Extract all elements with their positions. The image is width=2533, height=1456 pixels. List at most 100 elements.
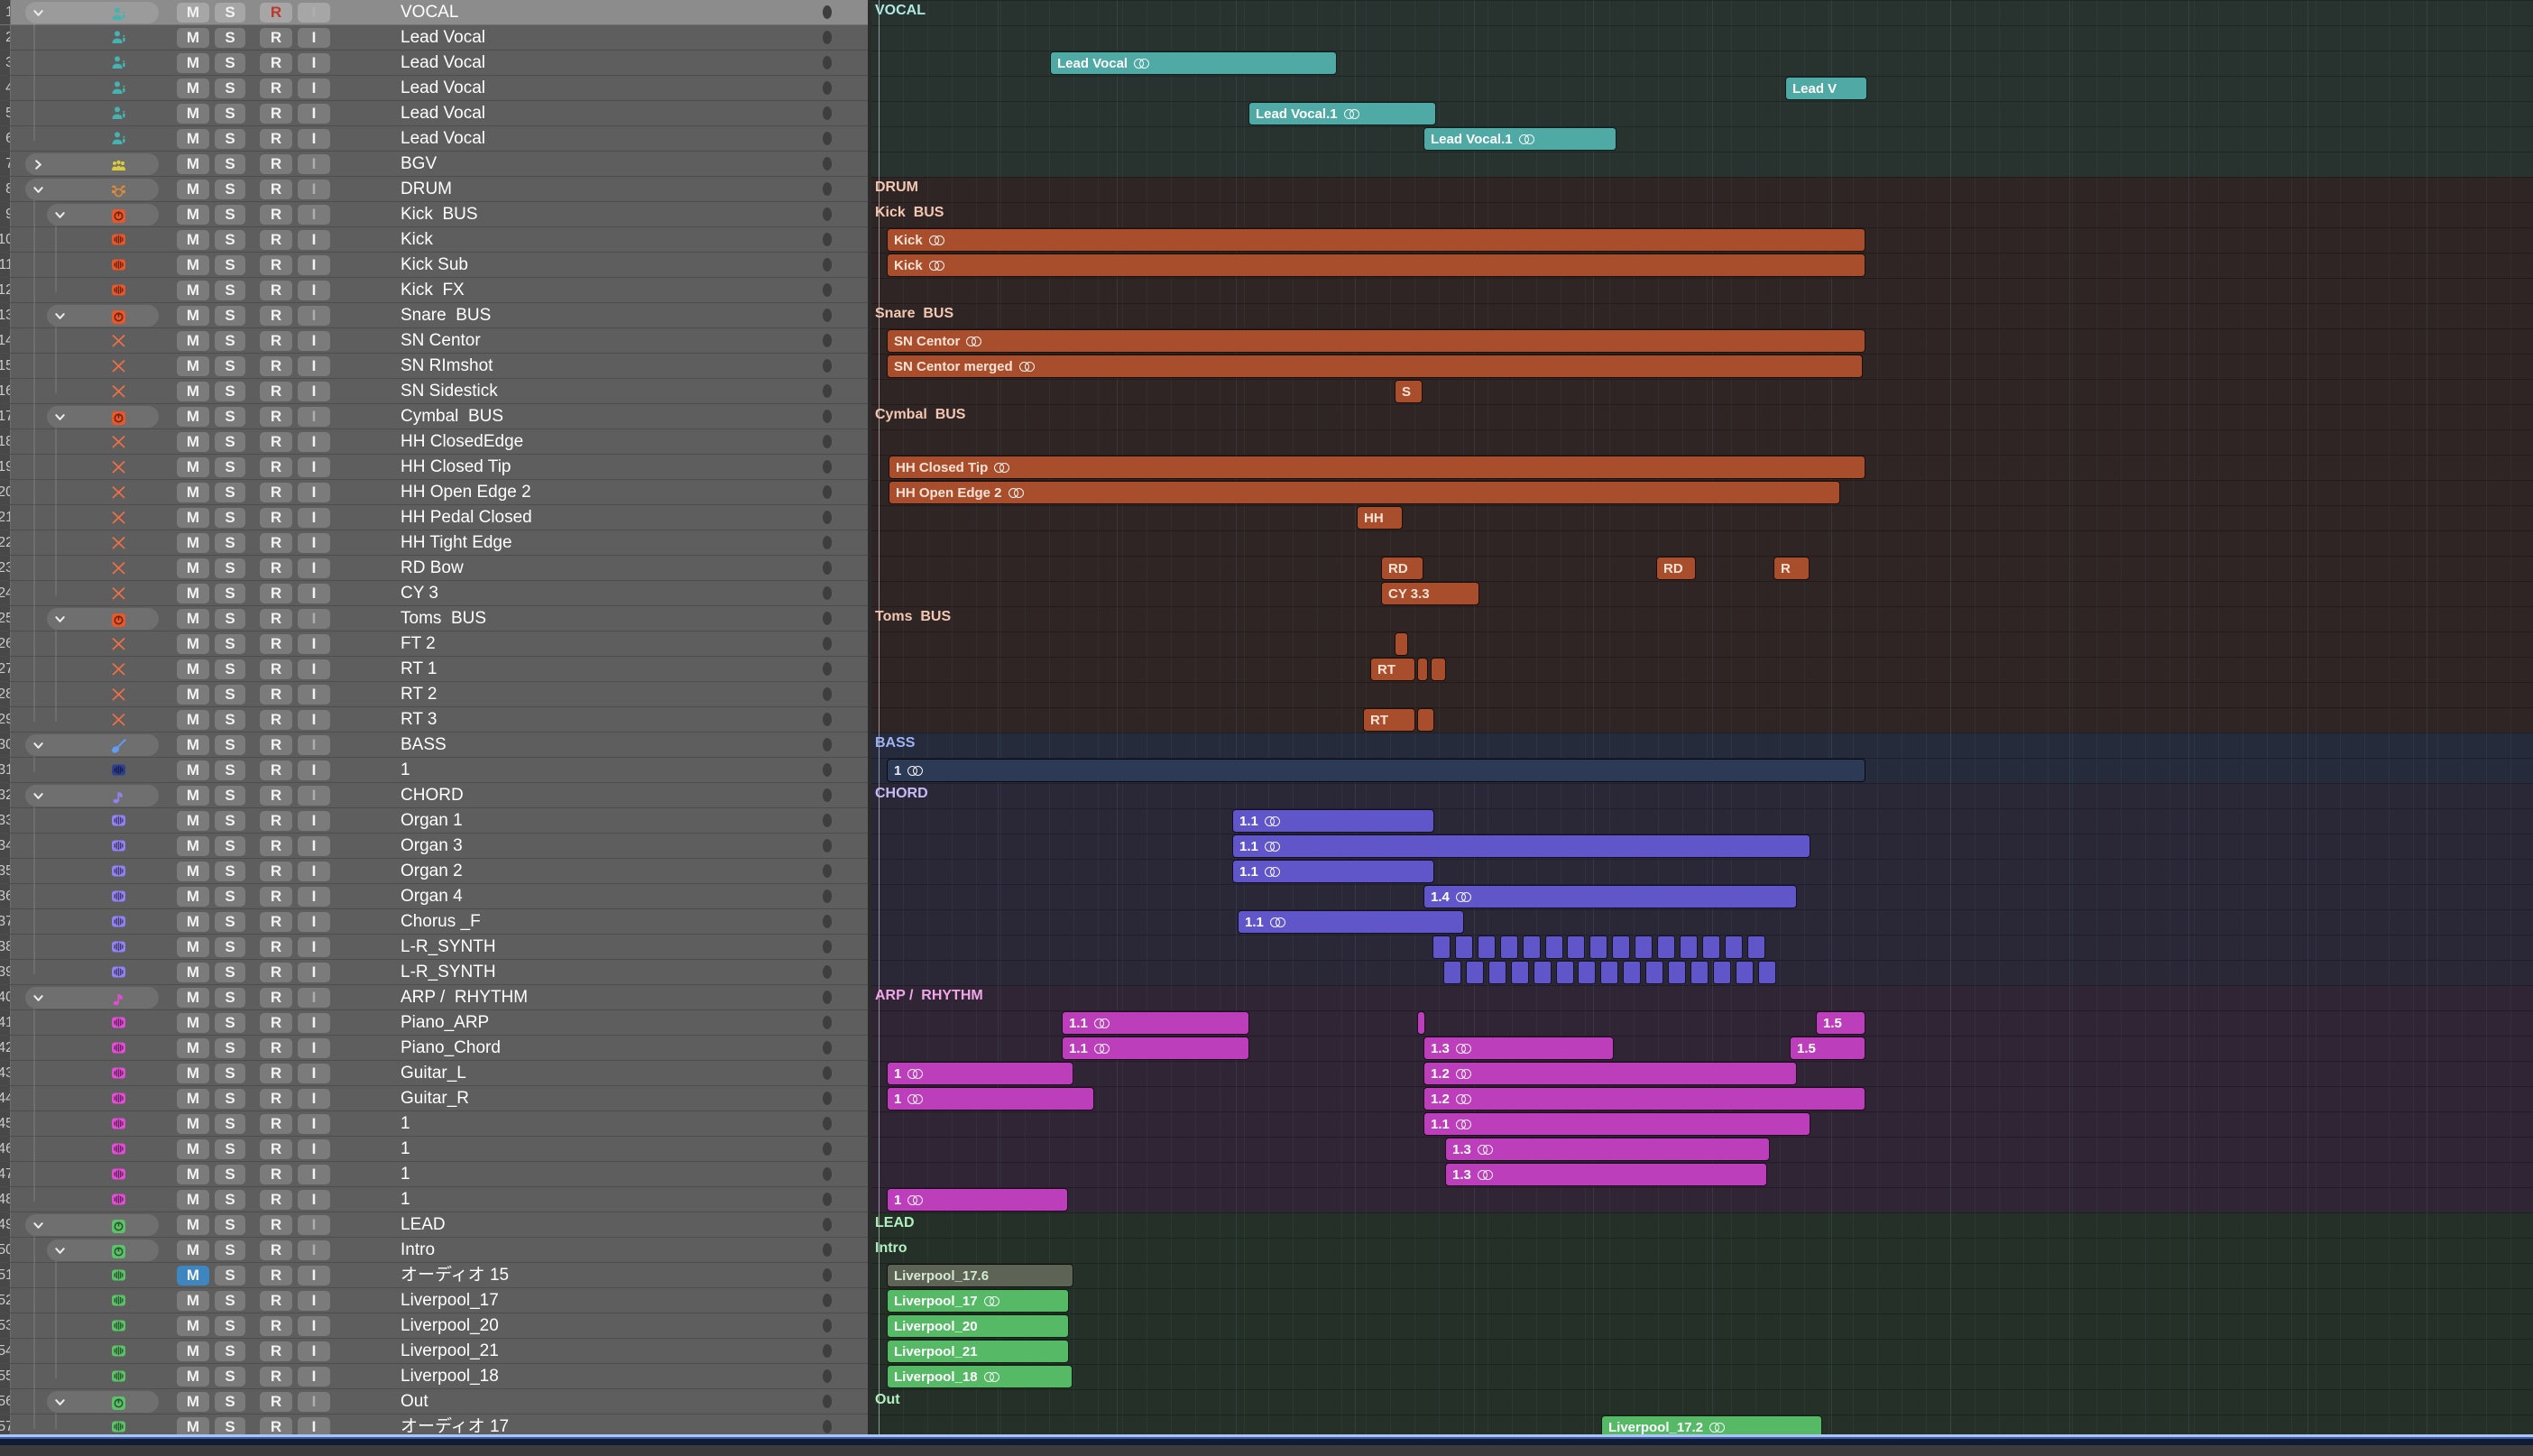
group-disclosure-pill[interactable] [25, 2, 159, 23]
input-button[interactable]: I [298, 1316, 330, 1336]
audio-region[interactable]: Lead Vocal.1 [1248, 102, 1436, 125]
solo-button[interactable]: S [215, 1013, 245, 1033]
record-button[interactable]: R [260, 862, 292, 881]
mute-button[interactable]: M [177, 230, 209, 250]
input-button[interactable]: I [298, 28, 330, 48]
audio-region[interactable]: Lead Vocal.1 [1423, 127, 1617, 151]
record-button[interactable]: R [260, 811, 292, 831]
track-row[interactable]: 10MSRIKick [0, 227, 868, 253]
track-row[interactable]: 53MSRILiverpool_20 [0, 1313, 868, 1339]
solo-button[interactable]: S [215, 356, 245, 376]
audio-region[interactable]: Lead Vocal [1050, 51, 1337, 75]
track-power-dot[interactable] [823, 965, 832, 979]
input-button[interactable]: I [298, 887, 330, 907]
solo-button[interactable]: S [215, 53, 245, 73]
track-row[interactable]: 23MSRIRD Bow [0, 556, 868, 581]
track-row[interactable]: 45MSRI1 [0, 1111, 868, 1137]
group-disclosure-pill[interactable] [47, 1391, 159, 1413]
solo-button[interactable]: S [215, 205, 245, 225]
record-button[interactable]: R [260, 1038, 292, 1058]
mute-button[interactable]: M [177, 735, 209, 755]
track-row[interactable]: 19MSRIHH Closed Tip [0, 455, 868, 480]
solo-button[interactable]: S [215, 1367, 245, 1387]
group-disclosure-pill[interactable] [47, 305, 159, 327]
track-row[interactable]: 27MSRIRT 1 [0, 657, 868, 682]
track-row[interactable]: 15MSRISN RImshot [0, 354, 868, 379]
horizontal-scrollbar[interactable] [0, 1434, 2533, 1445]
input-button[interactable]: I [298, 1417, 330, 1434]
record-button[interactable]: R [260, 129, 292, 149]
solo-button[interactable]: S [215, 1392, 245, 1412]
mute-button[interactable]: M [177, 53, 209, 73]
mute-button[interactable]: M [177, 1367, 209, 1387]
record-button[interactable]: R [260, 887, 292, 907]
record-button[interactable]: R [260, 735, 292, 755]
chevron-down-icon[interactable] [54, 209, 66, 221]
track-row[interactable]: 44MSRIGuitar_R [0, 1086, 868, 1111]
audio-region[interactable]: 1.1 [1232, 809, 1434, 833]
solo-button[interactable]: S [215, 533, 245, 553]
audio-region[interactable]: Kick [887, 253, 1865, 277]
track-power-dot[interactable] [823, 738, 832, 751]
input-button[interactable]: I [298, 432, 330, 452]
solo-button[interactable]: S [215, 129, 245, 149]
input-button[interactable]: I [298, 1139, 330, 1159]
solo-button[interactable]: S [215, 1215, 245, 1235]
track-power-dot[interactable] [823, 132, 832, 145]
audio-region[interactable]: 1.5 [1790, 1037, 1865, 1060]
track-power-dot[interactable] [823, 713, 832, 726]
track-row[interactable]: 31MSRI1 [0, 758, 868, 783]
track-power-dot[interactable] [823, 31, 832, 44]
mute-button[interactable]: M [177, 281, 209, 300]
input-button[interactable]: I [298, 862, 330, 881]
chevron-down-icon[interactable] [32, 184, 44, 196]
group-disclosure-pill[interactable] [25, 785, 159, 806]
audio-region[interactable]: 1.4 [1423, 885, 1797, 908]
audio-region[interactable]: Liverpool_21 [887, 1340, 1069, 1363]
track-row[interactable]: 2MSRILead Vocal [0, 25, 868, 51]
mute-button[interactable]: M [177, 78, 209, 98]
solo-button[interactable]: S [215, 1165, 245, 1184]
track-power-dot[interactable] [823, 56, 832, 69]
track-row[interactable]: 41MSRIPiano_ARP [0, 1010, 868, 1036]
track-power-dot[interactable] [823, 106, 832, 120]
audio-region[interactable]: 1 [887, 759, 1865, 782]
mute-button[interactable]: M [177, 710, 209, 730]
record-button[interactable]: R [260, 963, 292, 982]
track-row[interactable]: 17MSRICymbal BUS [0, 404, 868, 429]
track-power-dot[interactable] [823, 1319, 832, 1332]
mute-button[interactable]: M [177, 634, 209, 654]
solo-button[interactable]: S [215, 3, 245, 23]
track-row[interactable]: 28MSRIRT 2 [0, 682, 868, 707]
mute-button[interactable]: M [177, 887, 209, 907]
solo-button[interactable]: S [215, 1139, 245, 1159]
mute-button[interactable]: M [177, 255, 209, 275]
record-button[interactable]: R [260, 1089, 292, 1109]
group-disclosure-pill[interactable] [47, 406, 159, 428]
audio-region[interactable]: Lead V [1785, 77, 1867, 100]
record-button[interactable]: R [260, 836, 292, 856]
solo-button[interactable]: S [215, 609, 245, 629]
track-power-dot[interactable] [823, 485, 832, 499]
mute-button[interactable]: M [177, 331, 209, 351]
mute-button[interactable]: M [177, 1266, 209, 1286]
mute-button[interactable]: M [177, 205, 209, 225]
audio-region[interactable]: 1.1 [1062, 1011, 1249, 1035]
track-power-dot[interactable] [823, 1092, 832, 1105]
audio-region[interactable]: 1.5 [1816, 1011, 1865, 1035]
track-row[interactable]: 4MSRILead Vocal [0, 76, 868, 101]
midi-note-pattern[interactable] [1432, 935, 1770, 959]
track-power-dot[interactable] [823, 586, 832, 600]
solo-button[interactable]: S [215, 1240, 245, 1260]
record-button[interactable]: R [260, 154, 292, 174]
mute-button[interactable]: M [177, 760, 209, 780]
input-button[interactable]: I [298, 53, 330, 73]
track-row[interactable]: 51MSRIオーディオ 15 [0, 1263, 868, 1288]
mute-button[interactable]: M [177, 584, 209, 604]
group-disclosure-pill[interactable] [25, 179, 159, 200]
audio-region[interactable]: Kick [887, 228, 1865, 252]
audio-region[interactable]: CY 3.3 [1381, 582, 1479, 605]
input-button[interactable]: I [298, 1190, 330, 1210]
solo-button[interactable]: S [215, 735, 245, 755]
input-button[interactable]: I [298, 659, 330, 679]
